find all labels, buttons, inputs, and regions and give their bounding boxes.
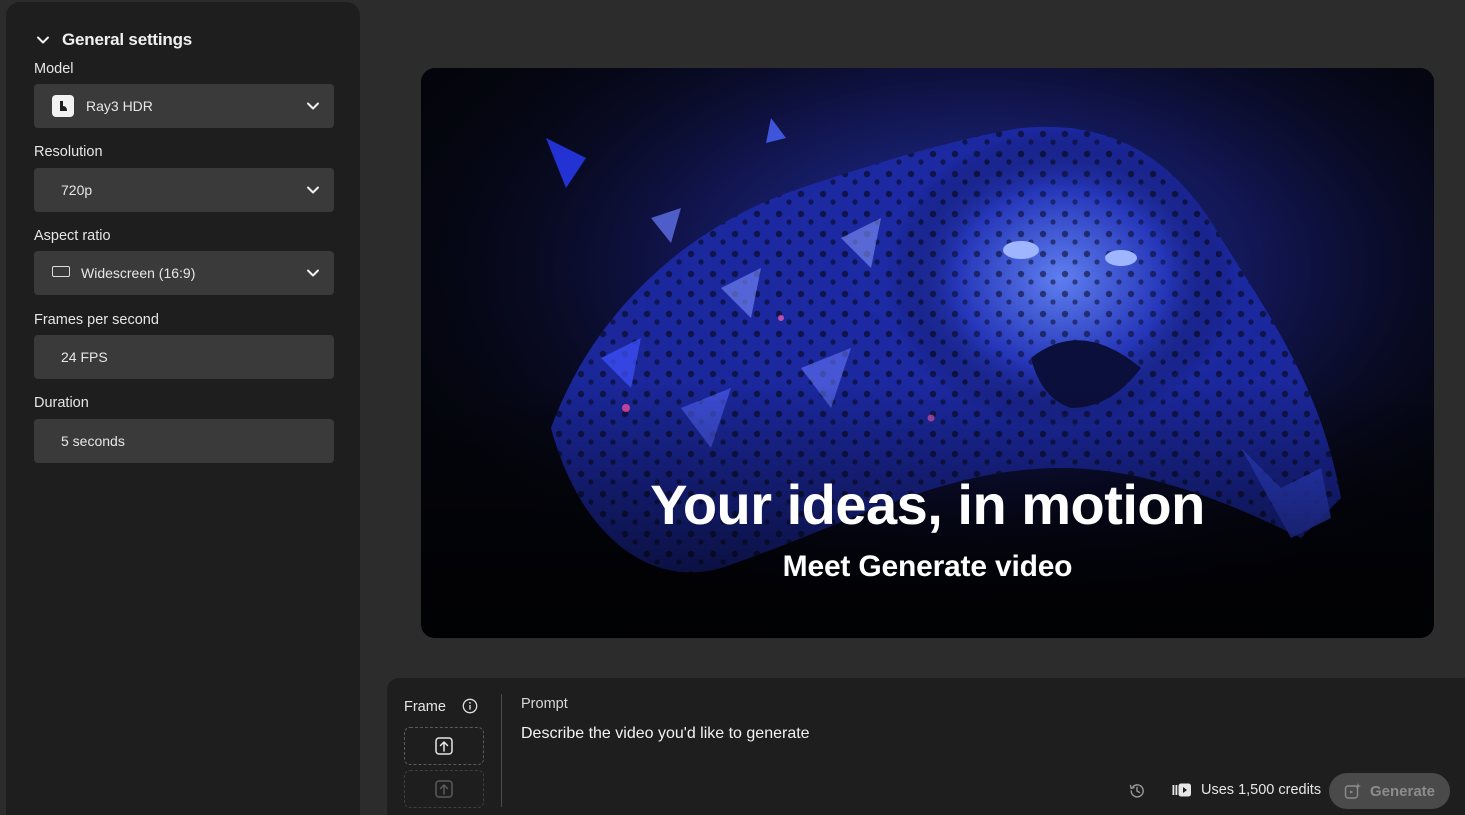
hero-banner: Your ideas, in motion Meet Generate vide… bbox=[421, 68, 1434, 638]
fps-value: 24 FPS bbox=[61, 349, 108, 365]
credits-text: Uses 1,500 credits bbox=[1201, 782, 1322, 798]
model-label: Model bbox=[34, 61, 74, 77]
history-icon[interactable] bbox=[1128, 782, 1146, 800]
upload-icon bbox=[435, 780, 453, 798]
general-settings-toggle[interactable]: General settings bbox=[36, 30, 192, 50]
hero-subtitle: Meet Generate video bbox=[782, 550, 1073, 583]
generate-button[interactable]: Generate bbox=[1329, 773, 1450, 809]
aspect-ratio-value: Widescreen (16:9) bbox=[81, 265, 196, 281]
first-frame-upload[interactable] bbox=[404, 727, 484, 765]
prompt-input[interactable] bbox=[521, 725, 1121, 743]
model-dropdown[interactable]: Ray3 HDR bbox=[34, 84, 334, 128]
credits-icon bbox=[1172, 783, 1191, 797]
last-frame-upload[interactable] bbox=[404, 770, 484, 808]
fps-field[interactable]: 24 FPS bbox=[34, 335, 334, 379]
chevron-down-icon bbox=[307, 186, 319, 194]
model-value: Ray3 HDR bbox=[86, 98, 153, 114]
resolution-value: 720p bbox=[61, 182, 93, 198]
aspect-ratio-label: Aspect ratio bbox=[34, 228, 111, 244]
duration-label: Duration bbox=[34, 395, 89, 411]
section-title: General settings bbox=[62, 30, 193, 49]
resolution-dropdown[interactable]: 720p bbox=[34, 168, 334, 212]
aspect-ratio-dropdown[interactable]: Widescreen (16:9) bbox=[34, 251, 334, 295]
chevron-down-icon bbox=[307, 102, 319, 110]
prompt-label: Prompt bbox=[521, 696, 568, 712]
info-icon[interactable] bbox=[462, 698, 478, 714]
app-window: General settings Model Ray3 HDR Resoluti… bbox=[0, 0, 1465, 815]
generate-icon bbox=[1344, 783, 1361, 799]
frame-label: Frame bbox=[404, 699, 446, 715]
model-logo-icon bbox=[52, 95, 74, 117]
duration-value: 5 seconds bbox=[61, 433, 125, 449]
fps-label: Frames per second bbox=[34, 312, 159, 328]
duration-field[interactable]: 5 seconds bbox=[34, 419, 334, 463]
chevron-down-icon bbox=[37, 36, 49, 44]
resolution-label: Resolution bbox=[34, 144, 103, 160]
chevron-down-icon bbox=[307, 269, 319, 277]
widescreen-icon bbox=[52, 266, 70, 277]
hero-title: Your ideas, in motion bbox=[650, 473, 1205, 536]
prompt-panel: Frame Prompt Describe the video you'd li… bbox=[387, 678, 1465, 815]
generate-label: Generate bbox=[1369, 782, 1436, 800]
settings-sidebar: General settings Model Ray3 HDR Resoluti… bbox=[6, 2, 360, 815]
panel-divider bbox=[501, 694, 502, 807]
upload-icon bbox=[435, 737, 453, 755]
credits-info: Uses 1,500 credits bbox=[1172, 782, 1321, 798]
